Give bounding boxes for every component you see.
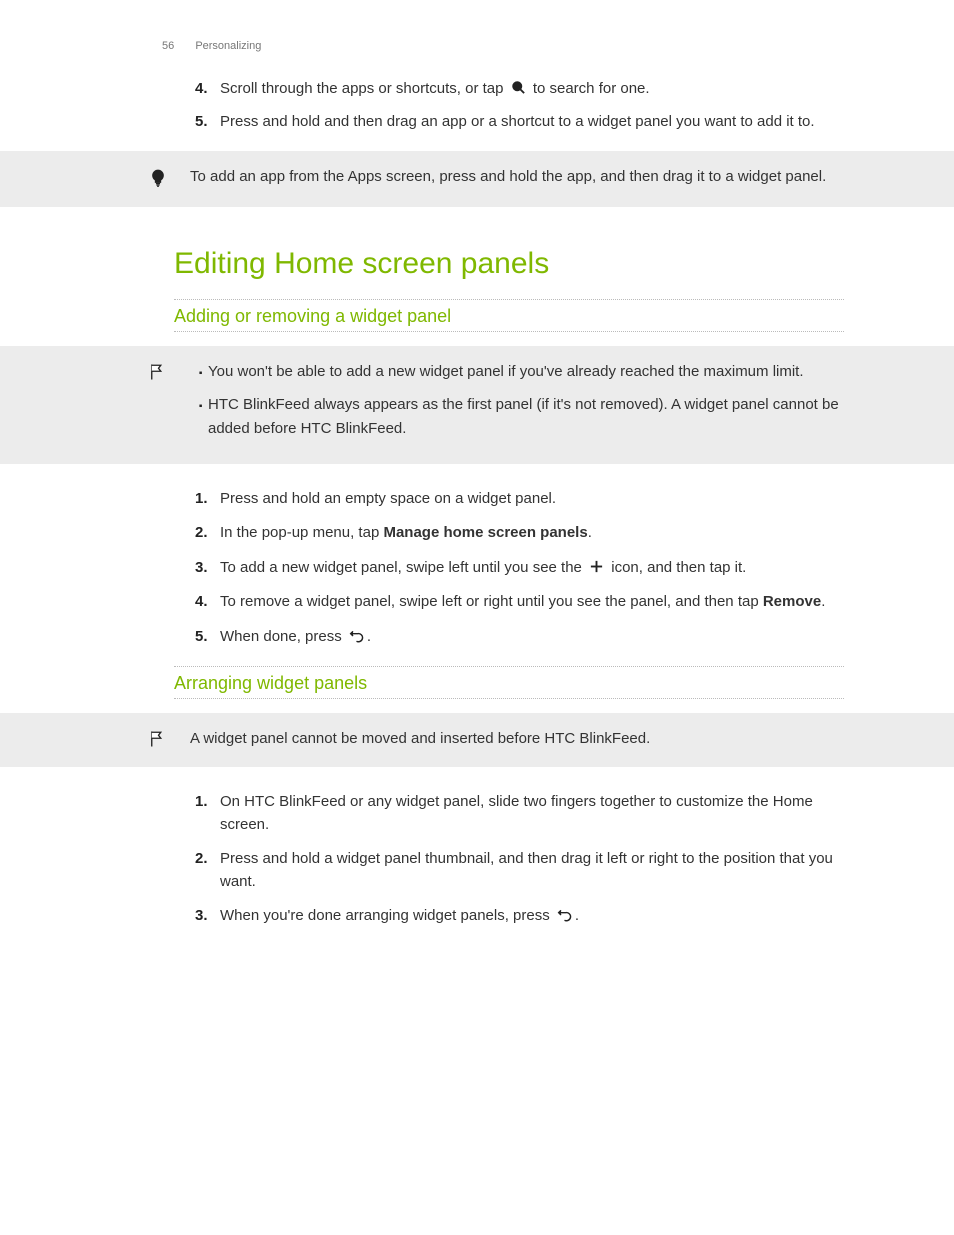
step-item: 5.Press and hold and then drag an app or… xyxy=(220,111,844,134)
step-item: 2.Press and hold a widget panel thumbnai… xyxy=(220,848,844,893)
flag-icon xyxy=(148,362,176,386)
section-title: Editing Home screen panels xyxy=(174,247,844,281)
plus-icon xyxy=(589,559,604,574)
page-number: 56 xyxy=(162,40,174,52)
step-number: 4. xyxy=(195,78,208,101)
flag-icon xyxy=(148,729,176,753)
note-box-1-content: You won't be able to add a new widget pa… xyxy=(190,360,844,450)
running-header: 56 Personalizing xyxy=(162,40,844,52)
note-item: You won't be able to add a new widget pa… xyxy=(208,360,844,383)
step-item: 3.When you're done arranging widget pane… xyxy=(220,905,844,928)
step-number: 5. xyxy=(195,626,208,649)
search-icon xyxy=(511,80,526,95)
step-item: 2.In the pop-up menu, tap Manage home sc… xyxy=(220,522,844,545)
step-number: 3. xyxy=(195,557,208,580)
tip-text: To add an app from the Apps screen, pres… xyxy=(190,165,844,188)
step-item: 4.Scroll through the apps or shortcuts, … xyxy=(220,78,844,101)
sub2-steps: 1.On HTC BlinkFeed or any widget panel, … xyxy=(140,791,844,928)
subsection-arranging: Arranging widget panels xyxy=(174,666,844,699)
back-icon xyxy=(349,629,364,643)
step-item: 5.When done, press . xyxy=(220,626,844,649)
step-item: 4.To remove a widget panel, swipe left o… xyxy=(220,591,844,614)
note-box-1-list: You won't be able to add a new widget pa… xyxy=(190,360,844,440)
strong-text: Manage home screen panels xyxy=(383,524,587,541)
lightbulb-icon xyxy=(148,167,176,193)
step-number: 1. xyxy=(195,791,208,814)
tip-box: To add an app from the Apps screen, pres… xyxy=(0,151,954,207)
step-number: 5. xyxy=(195,111,208,134)
step-number: 4. xyxy=(195,591,208,614)
sub1-steps: 1.Press and hold an empty space on a wid… xyxy=(140,488,844,649)
note-item: HTC BlinkFeed always appears as the firs… xyxy=(208,393,844,440)
step-item: 1.Press and hold an empty space on a wid… xyxy=(220,488,844,511)
step-number: 2. xyxy=(195,522,208,545)
manual-page: 56 Personalizing 4.Scroll through the ap… xyxy=(0,0,954,1000)
subsection-adding-removing: Adding or removing a widget panel xyxy=(174,299,844,332)
note-box-1: You won't be able to add a new widget pa… xyxy=(0,346,954,464)
top-steps-list: 4.Scroll through the apps or shortcuts, … xyxy=(140,78,844,133)
note-box-2: A widget panel cannot be moved and inser… xyxy=(0,713,954,767)
step-number: 1. xyxy=(195,488,208,511)
step-item: 1.On HTC BlinkFeed or any widget panel, … xyxy=(220,791,844,836)
back-icon xyxy=(557,908,572,922)
step-item: 3.To add a new widget panel, swipe left … xyxy=(220,557,844,580)
header-section: Personalizing xyxy=(195,40,261,52)
step-number: 3. xyxy=(195,905,208,928)
strong-text: Remove xyxy=(763,593,821,610)
step-number: 2. xyxy=(195,848,208,871)
note-box-2-text: A widget panel cannot be moved and inser… xyxy=(190,727,844,750)
